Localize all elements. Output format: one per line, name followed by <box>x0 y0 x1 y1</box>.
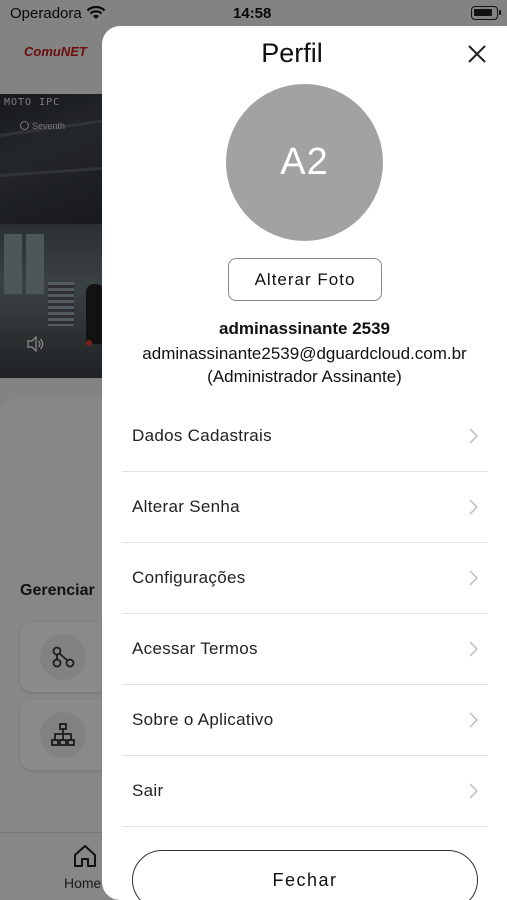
chevron-right-icon <box>469 712 478 728</box>
chevron-right-icon <box>469 570 478 586</box>
menu-item-dados-cadastrais[interactable]: Dados Cadastrais <box>122 401 488 472</box>
chevron-right-icon <box>469 499 478 515</box>
menu-item-label: Configurações <box>132 568 246 587</box>
chevron-right-icon <box>469 428 478 444</box>
menu-item-label: Acessar Termos <box>132 639 258 658</box>
close-icon[interactable] <box>465 42 489 66</box>
user-role: (Administrador Assinante) <box>207 367 402 386</box>
menu-item-sobre-aplicativo[interactable]: Sobre o Aplicativo <box>122 685 488 756</box>
profile-menu: Dados Cadastrais Alterar Senha Configura… <box>122 401 488 827</box>
menu-item-alterar-senha[interactable]: Alterar Senha <box>122 472 488 543</box>
menu-item-configuracoes[interactable]: Configurações <box>122 543 488 614</box>
chevron-right-icon <box>469 783 478 799</box>
avatar: A2 <box>226 84 383 241</box>
profile-sheet: Perfil A2 Alterar Foto adminassinante 25… <box>102 26 507 900</box>
menu-item-label: Alterar Senha <box>132 497 240 516</box>
menu-item-label: Sair <box>132 781 164 800</box>
menu-item-sair[interactable]: Sair <box>122 756 488 827</box>
user-name: adminassinante 2539 <box>218 319 391 338</box>
user-email: adminassinante2539@dguardcloud.com.br <box>142 344 467 363</box>
menu-item-label: Dados Cadastrais <box>132 426 272 445</box>
close-button[interactable]: Fechar <box>132 850 478 900</box>
menu-item-label: Sobre o Aplicativo <box>132 710 274 729</box>
page-title: Perfil <box>261 38 323 68</box>
chevron-right-icon <box>469 641 478 657</box>
menu-item-acessar-termos[interactable]: Acessar Termos <box>122 614 488 685</box>
change-photo-button[interactable]: Alterar Foto <box>228 258 382 301</box>
